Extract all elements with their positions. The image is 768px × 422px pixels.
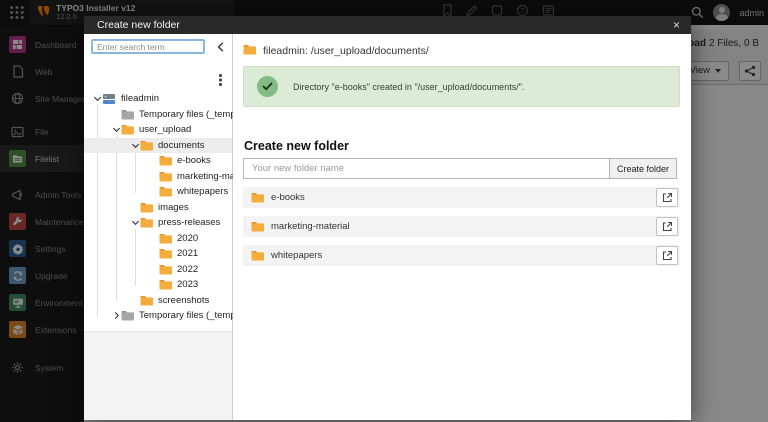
tree-node-images[interactable]: images <box>84 200 232 216</box>
tree-node-temporary-files-temp-[interactable]: Temporary files (_temp_) <box>84 308 244 324</box>
storage-mount-icon <box>102 93 116 105</box>
tree-node-user-upload[interactable]: user_upload <box>84 122 232 138</box>
tree-node-label: 2021 <box>177 248 199 260</box>
folder-icon <box>251 192 264 203</box>
chevron-right-icon[interactable] <box>111 311 121 320</box>
folder-name: whitepapers <box>271 250 323 261</box>
tree-node-label: press-releases <box>158 217 221 229</box>
tree-node-label: images <box>158 201 189 213</box>
open-folder-button[interactable] <box>656 217 678 236</box>
tree-node-label: user_upload <box>139 124 192 136</box>
tree-node-label: 2020 <box>177 232 199 244</box>
create-folder-button[interactable]: Create folder <box>608 158 677 179</box>
success-alert: Directory "e-books" created in "/user_up… <box>243 66 680 107</box>
tree-node-marketing-material[interactable]: marketing-material <box>84 169 256 185</box>
tree-node-2022[interactable]: 2022 <box>84 262 232 278</box>
collapse-panel-icon[interactable] <box>215 41 227 53</box>
tree-node-label: 2022 <box>177 263 199 275</box>
chevron-down-icon[interactable] <box>111 125 121 134</box>
typo3-backend: TYPO3 Installer v12 12.2.0 ? admin Dashb… <box>0 0 768 422</box>
external-link-icon <box>662 221 672 232</box>
folder-icon <box>159 186 172 197</box>
folder-icon <box>251 221 264 232</box>
folder-icon <box>121 310 134 321</box>
folder-icon <box>159 155 172 166</box>
folder-icon <box>159 171 172 182</box>
folder-tree-panel: fileadmin Temporary files (_temp_) user_up… <box>84 34 256 420</box>
alert-message: Directory "e-books" created in "/user_up… <box>293 81 525 92</box>
close-icon[interactable]: × <box>673 17 680 33</box>
folder-icon <box>251 250 264 261</box>
tree-node-2023[interactable]: 2023 <box>84 277 232 293</box>
modal-header: Create new folder × <box>84 16 691 34</box>
folder-icon <box>140 217 153 228</box>
tree-node-whitepapers[interactable]: whitepapers <box>84 184 232 200</box>
tree-node-label: documents <box>158 139 205 151</box>
folder-icon <box>140 295 153 306</box>
folder-list-item-whitepapers[interactable]: whitepapers <box>243 245 680 266</box>
open-folder-button[interactable] <box>656 246 678 265</box>
folder-icon <box>140 140 153 151</box>
tree-actions-menu-icon[interactable] <box>219 74 222 77</box>
tree-node-label: Temporary files (_temp_) <box>139 108 245 120</box>
tree-search-input[interactable] <box>91 39 205 54</box>
folder-icon <box>121 124 134 135</box>
folder-list-item-e-books[interactable]: e-books <box>243 187 680 208</box>
folder-list: e-books marketing-material whitepapers <box>243 187 680 274</box>
folder-list-item-marketing-material[interactable]: marketing-material <box>243 216 680 237</box>
folder-icon <box>159 264 172 275</box>
folder-name: marketing-material <box>271 221 350 232</box>
external-link-icon <box>662 192 672 203</box>
tree-node-press-releases[interactable]: press-releases <box>84 215 232 231</box>
folder-icon <box>140 202 153 213</box>
tree-node-2020[interactable]: 2020 <box>84 231 232 247</box>
open-folder-button[interactable] <box>656 188 678 207</box>
external-link-icon <box>662 250 672 261</box>
create-folder-modal: Create new folder × fileadmin Temporary f… <box>84 16 691 420</box>
create-folder-heading: Create new folder <box>244 139 349 153</box>
tree-node-label: screenshots <box>158 294 210 306</box>
folder-icon <box>159 248 172 259</box>
folder-name: e-books <box>271 192 305 203</box>
tree-node-label: Temporary files (_temp_) <box>139 310 245 322</box>
breadcrumb: fileadmin: /user_upload/documents/ <box>243 44 429 58</box>
tree-node-label: e-books <box>177 155 211 167</box>
tree-node-2021[interactable]: 2021 <box>84 246 232 262</box>
tree-node-label: 2023 <box>177 279 199 291</box>
folder-icon <box>121 109 134 120</box>
tree-node-temporary-files-temp-[interactable]: Temporary files (_temp_) <box>84 107 244 123</box>
tree-node-label: whitepapers <box>177 186 229 198</box>
breadcrumb-path: fileadmin: /user_upload/documents/ <box>263 45 429 57</box>
chevron-down-icon[interactable] <box>130 141 140 150</box>
check-icon <box>257 76 278 97</box>
chevron-down-icon[interactable] <box>92 94 102 103</box>
tree-node-fileadmin[interactable]: fileadmin <box>84 91 232 107</box>
folder-icon <box>159 233 172 244</box>
tree-node-e-books[interactable]: e-books <box>84 153 232 169</box>
folder-tree: fileadmin Temporary files (_temp_) user_up… <box>84 91 256 324</box>
chevron-down-icon[interactable] <box>130 218 140 227</box>
folder-icon <box>159 279 172 290</box>
new-folder-name-input[interactable] <box>243 158 609 179</box>
tree-node-screenshots[interactable]: screenshots <box>84 293 232 309</box>
folder-icon <box>243 44 256 58</box>
tree-node-label: fileadmin <box>121 93 160 105</box>
modal-title: Create new folder <box>97 19 180 31</box>
modal-content: fileadmin: /user_upload/documents/ Direc… <box>233 34 691 420</box>
tree-node-documents[interactable]: documents <box>84 137 232 153</box>
